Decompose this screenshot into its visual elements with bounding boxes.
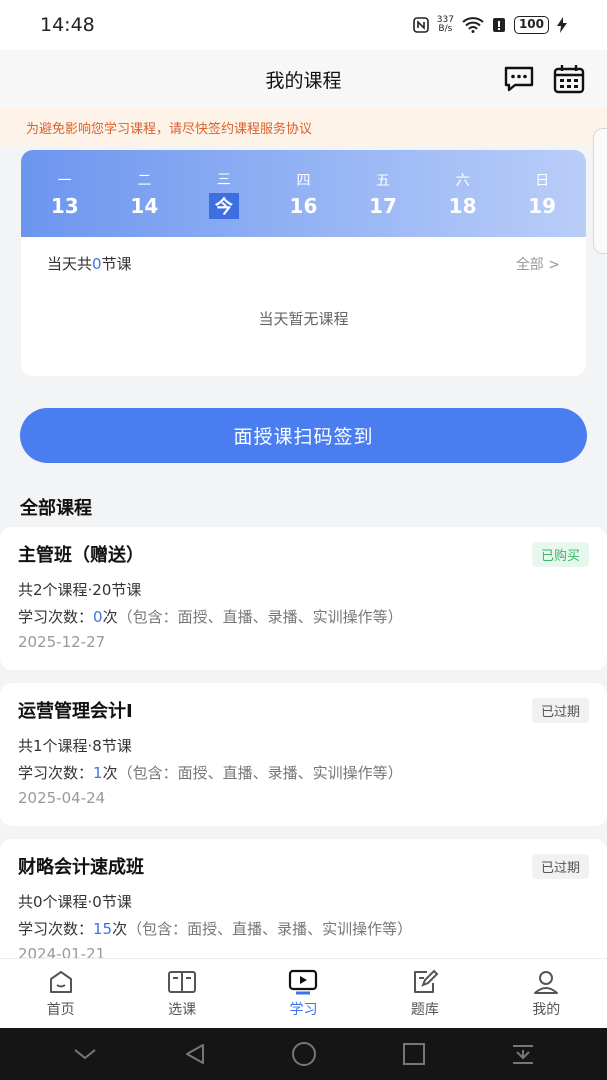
status-bar: 14:48 337 B/s 100 (0, 0, 607, 50)
course-date: 2025-12-27 (18, 633, 106, 651)
day-count-row: 当天共0节课 全部 > (21, 237, 586, 274)
chevron-down-icon[interactable] (72, 1046, 98, 1062)
day-mon[interactable]: 一 13 (35, 150, 95, 237)
status-icons: 337 B/s 100 (412, 15, 567, 34)
study-count: 学习次数：1次（包含：面授、直播、录播、实训操作等） (18, 764, 403, 782)
tab-mine[interactable]: 我的 (501, 969, 591, 1019)
user-icon (534, 970, 559, 994)
page-title: 我的课程 (265, 69, 342, 92)
alert-icon (492, 18, 505, 32)
study-count: 学习次数：0次（包含：面授、直播、录播、实训操作等） (18, 608, 403, 626)
day-tue[interactable]: 二 14 (114, 150, 174, 237)
message-button[interactable] (503, 64, 535, 94)
course-title: 财略会计速成班 (18, 857, 144, 878)
system-nav-bar (0, 1028, 607, 1080)
course-info: 共1个课程·8节课 (18, 737, 132, 755)
book-icon (168, 970, 197, 993)
status-badge: 已购买 (531, 541, 589, 567)
nfc-icon (412, 17, 429, 33)
notification-pull-icon[interactable] (511, 1042, 535, 1066)
course-info: 共2个课程·20节课 (18, 581, 142, 599)
net-speed: 337 B/s (436, 15, 454, 34)
tab-study[interactable]: 学习 (258, 969, 348, 1019)
page-header: 我的课程 (0, 50, 607, 108)
bottom-tab-bar: 首页 选课 学习 题库 我的 (0, 958, 607, 1028)
message-icon (504, 66, 534, 92)
course-date: 2025-04-24 (18, 789, 106, 807)
edit-icon (413, 969, 439, 993)
charging-icon (557, 17, 567, 33)
tab-question-bank[interactable]: 题库 (380, 969, 470, 1019)
course-info: 共0个课程·0节课 (18, 893, 132, 911)
day-sun[interactable]: 日 19 (512, 150, 572, 237)
view-all-link[interactable]: 全部 > (516, 254, 560, 274)
course-title: 运营管理会计I (18, 701, 133, 722)
course-title: 主管班（赠送） (18, 545, 144, 566)
day-today[interactable]: 三今 (194, 150, 254, 237)
back-icon[interactable] (183, 1042, 207, 1066)
section-title: 全部课程 (20, 498, 92, 519)
day-lesson-count: 当天共0节课 (47, 255, 132, 273)
status-badge: 已过期 (531, 697, 589, 723)
course-card[interactable]: 主管班（赠送） 已购买 共2个课程·20节课 学习次数：0次（包含：面授、直播、… (0, 527, 607, 670)
notice-text: 为避免影响您学习课程，请尽快签约课程服务协议 (26, 121, 313, 137)
course-card[interactable]: 运营管理会计I 已过期 共1个课程·8节课 学习次数：1次（包含：面授、直播、录… (0, 683, 607, 826)
play-icon (289, 969, 318, 994)
home-circle-icon[interactable] (291, 1041, 317, 1067)
tab-home[interactable]: 首页 (16, 969, 106, 1019)
battery-indicator: 100 (513, 16, 549, 34)
scan-checkin-button[interactable]: 面授课扫码签到 (20, 408, 587, 463)
side-drawer-handle[interactable] (593, 128, 607, 254)
tab-courses[interactable]: 选课 (137, 969, 227, 1019)
week-strip: 一 13 二 14 三今 四 16 五 17 六 18 日 19 (21, 150, 586, 237)
recents-icon[interactable] (402, 1042, 426, 1066)
calendar-button[interactable] (553, 64, 585, 94)
status-badge: 已过期 (531, 853, 589, 879)
day-fri[interactable]: 五 17 (353, 150, 413, 237)
calendar-card: 一 13 二 14 三今 四 16 五 17 六 18 日 19 当天共0节课 全部 > 当… (21, 150, 586, 376)
wifi-icon (462, 17, 484, 33)
contract-notice[interactable]: 为避免影响您学习课程，请尽快签约课程服务协议 (0, 108, 607, 146)
day-thu[interactable]: 四 16 (273, 150, 333, 237)
calendar-icon (553, 65, 585, 94)
empty-state-text: 当天暂无课程 (258, 310, 349, 328)
status-time: 14:48 (40, 14, 95, 36)
study-count: 学习次数：15次（包含：面授、直播、录播、实训操作等） (18, 920, 413, 938)
day-sat[interactable]: 六 18 (433, 150, 493, 237)
home-icon (49, 970, 72, 993)
